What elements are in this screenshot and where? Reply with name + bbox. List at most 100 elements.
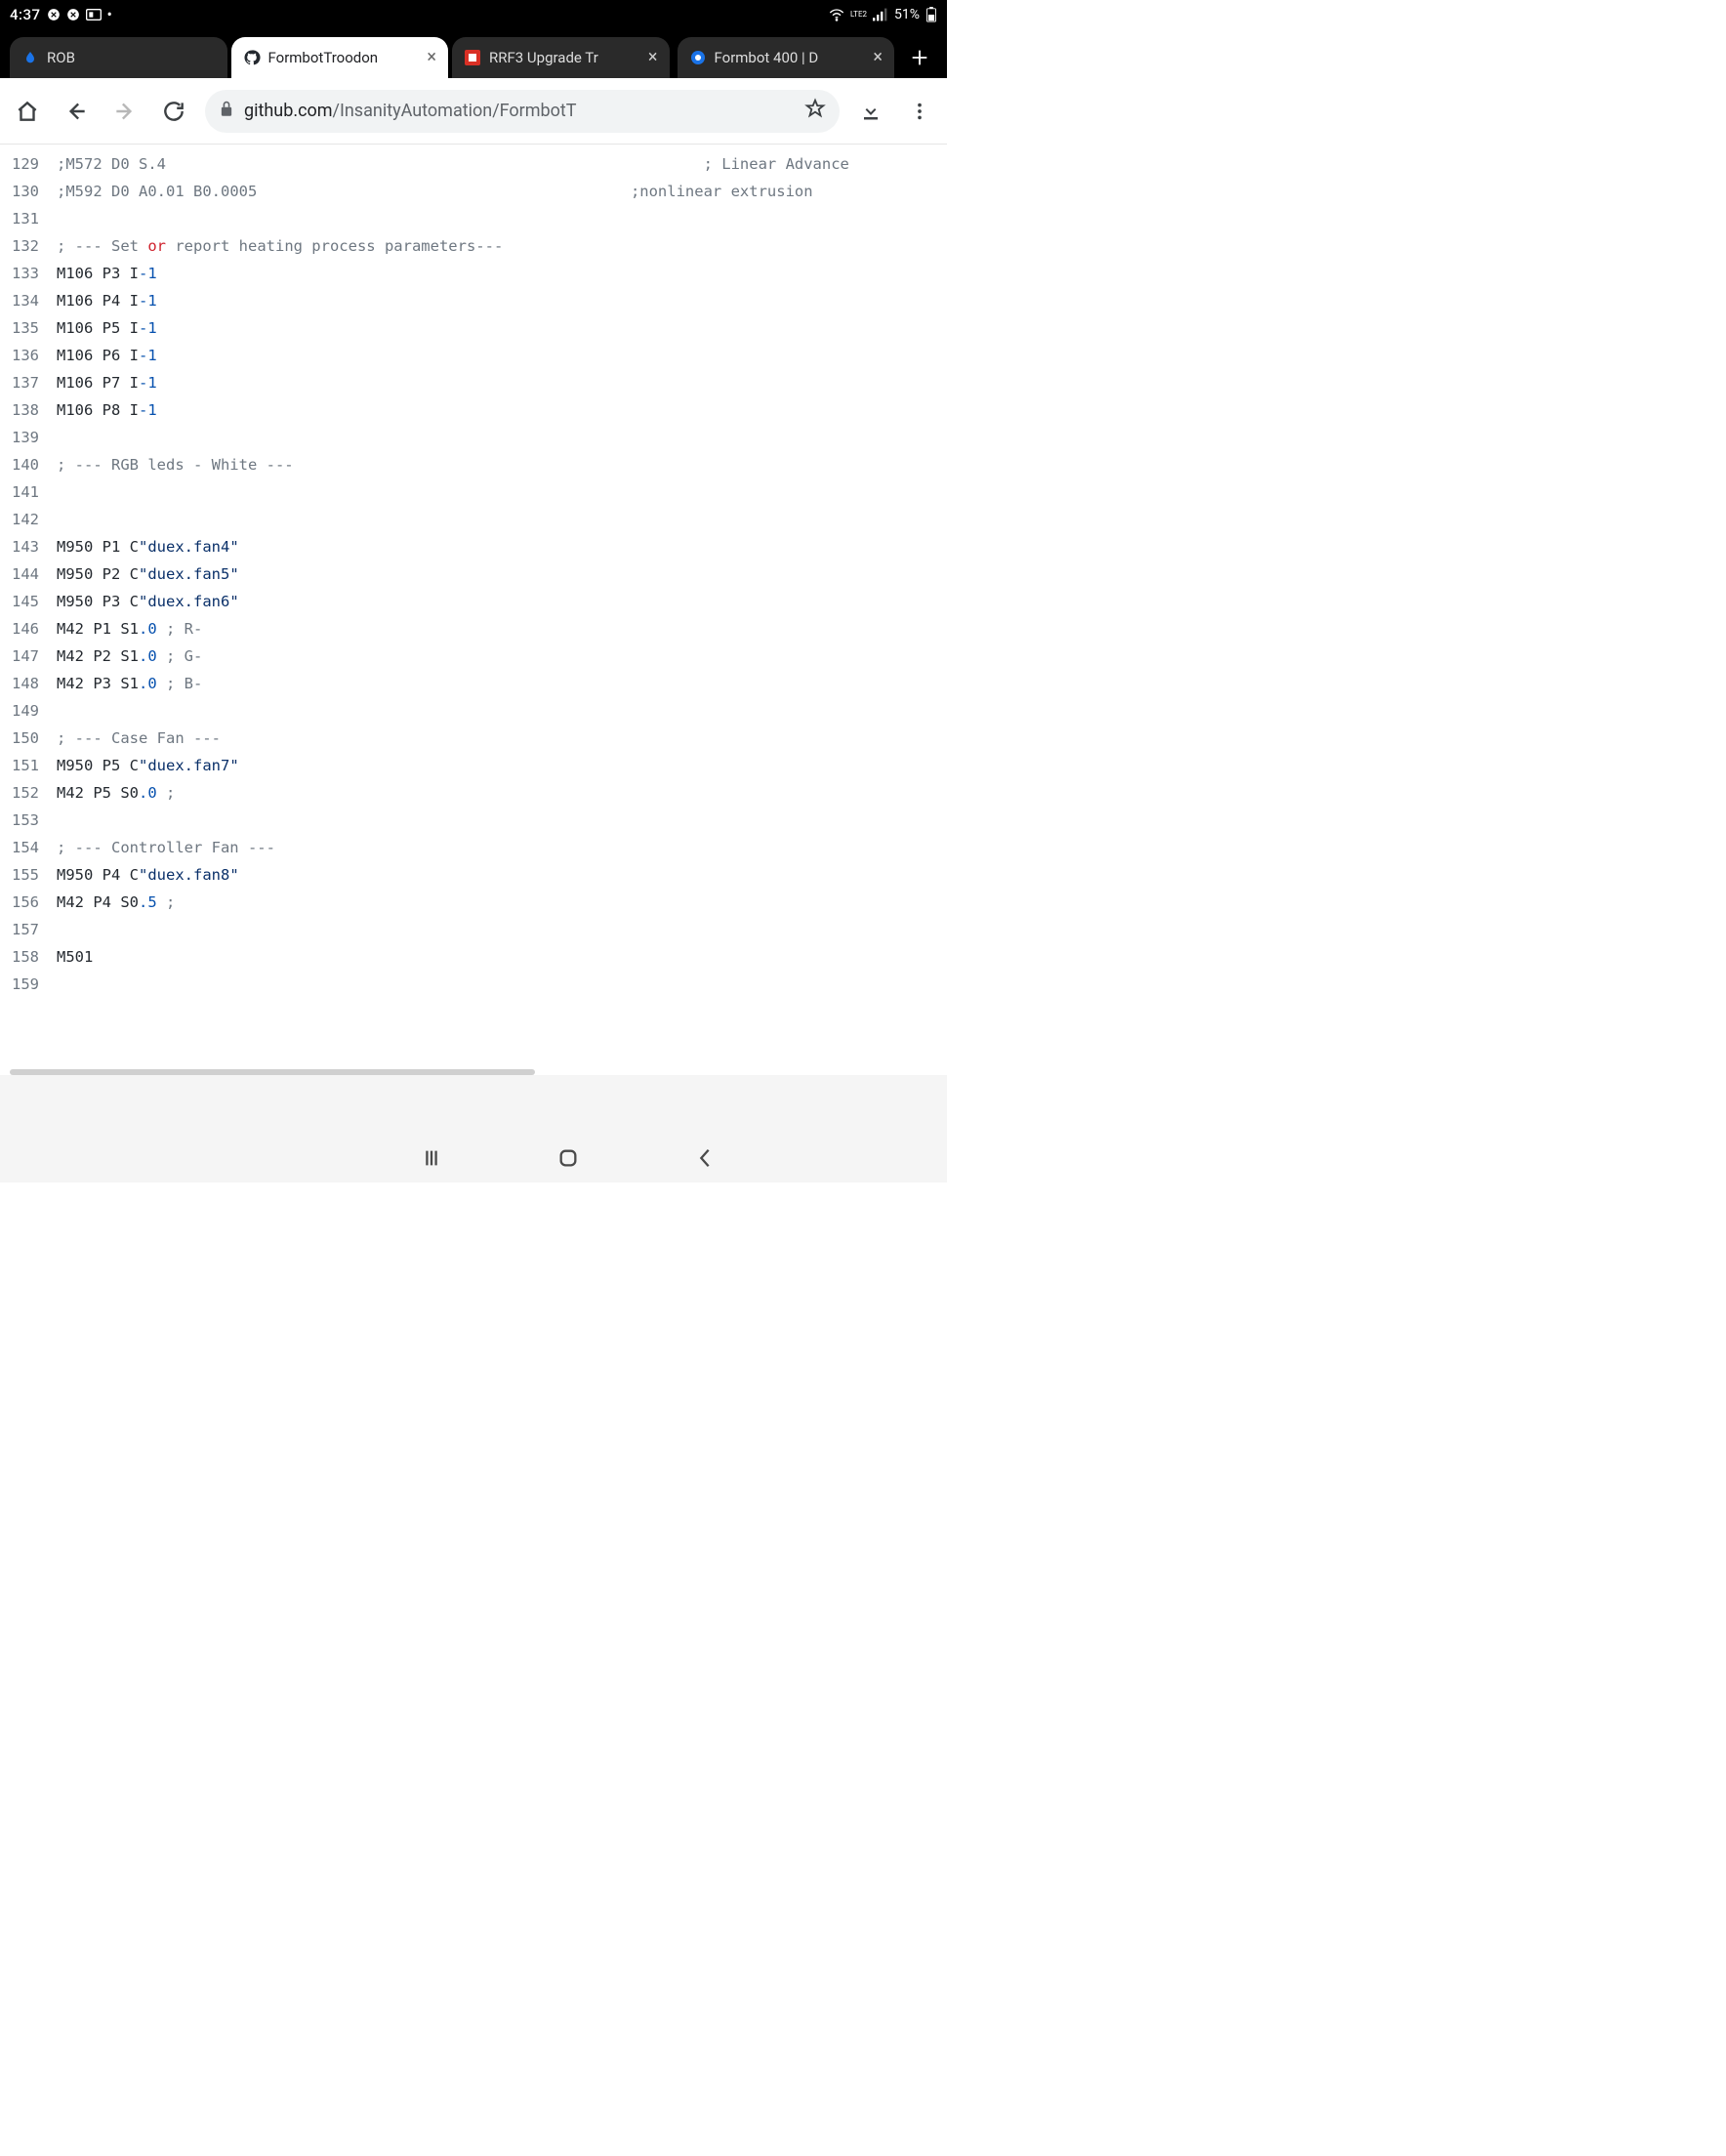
line-number: 155 [0, 861, 57, 889]
download-button[interactable] [853, 94, 888, 129]
code-text[interactable] [57, 506, 947, 533]
line-number: 136 [0, 342, 57, 369]
code-text[interactable]: ; --- Case Fan --- [57, 725, 947, 752]
code-text[interactable] [57, 971, 947, 998]
code-text[interactable] [57, 205, 947, 232]
code-line: 157 [0, 916, 947, 943]
line-number: 137 [0, 369, 57, 396]
code-text[interactable] [57, 916, 947, 943]
code-line: 146M42 P1 S1.0 ; R- [0, 615, 947, 643]
line-number: 143 [0, 533, 57, 560]
overflow-menu-button[interactable] [902, 94, 937, 129]
code-line: 158M501 [0, 943, 947, 971]
line-number: 130 [0, 178, 57, 205]
code-text[interactable] [57, 697, 947, 725]
code-text[interactable]: M42 P4 S0.5 ; [57, 889, 947, 916]
line-number: 141 [0, 478, 57, 506]
code-text[interactable]: ; --- RGB leds - White --- [57, 451, 947, 478]
star-bookmark-icon[interactable] [804, 98, 826, 124]
recents-button[interactable] [402, 1139, 461, 1178]
home-system-button[interactable] [539, 1139, 597, 1178]
browser-tab-1[interactable]: FormbotTroodon × [231, 37, 449, 78]
code-text[interactable]: ; --- Set or report heating process para… [57, 232, 947, 260]
browser-tab-0[interactable]: ROB [10, 37, 227, 78]
new-tab-button[interactable] [898, 37, 941, 78]
line-number: 129 [0, 150, 57, 178]
code-line: 135M106 P5 I-1 [0, 314, 947, 342]
code-text[interactable]: M501 [57, 943, 947, 971]
reload-button[interactable] [156, 94, 191, 129]
status-notification-icon-3 [86, 9, 102, 21]
line-number: 150 [0, 725, 57, 752]
line-number: 133 [0, 260, 57, 287]
status-notification-icon-1 [47, 8, 61, 21]
code-text[interactable]: M950 P5 C"duex.fan7" [57, 752, 947, 779]
tab-close-icon[interactable]: × [427, 49, 436, 66]
code-text[interactable]: ;M572 D0 S.4 ; Linear Advance [57, 150, 947, 178]
line-number: 151 [0, 752, 57, 779]
code-text[interactable]: M106 P3 I-1 [57, 260, 947, 287]
code-text[interactable]: M950 P1 C"duex.fan4" [57, 533, 947, 560]
line-number: 142 [0, 506, 57, 533]
code-text[interactable]: M42 P1 S1.0 ; R- [57, 615, 947, 643]
browser-tab-2[interactable]: RRF3 Upgrade Tr× [452, 37, 670, 78]
line-number: 154 [0, 834, 57, 861]
code-line: 147M42 P2 S1.0 ; G- [0, 643, 947, 670]
back-button[interactable] [59, 94, 94, 129]
code-text[interactable]: M106 P4 I-1 [57, 287, 947, 314]
code-text[interactable]: M106 P7 I-1 [57, 369, 947, 396]
line-number: 131 [0, 205, 57, 232]
code-line: 139 [0, 424, 947, 451]
line-number: 146 [0, 615, 57, 643]
code-line: 137M106 P7 I-1 [0, 369, 947, 396]
line-number: 132 [0, 232, 57, 260]
code-text[interactable] [57, 424, 947, 451]
bottom-spacer [0, 1075, 947, 1134]
code-line: 155M950 P4 C"duex.fan8" [0, 861, 947, 889]
tab-close-icon[interactable]: × [648, 49, 658, 66]
code-line: 150; --- Case Fan --- [0, 725, 947, 752]
code-viewer[interactable]: 129;M572 D0 S.4 ; Linear Advance130;M592… [0, 145, 947, 1075]
code-text[interactable]: ; --- Controller Fan --- [57, 834, 947, 861]
line-number: 144 [0, 560, 57, 588]
code-text[interactable]: M950 P2 C"duex.fan5" [57, 560, 947, 588]
system-navigation-bar [0, 1134, 947, 1182]
code-line: 136M106 P6 I-1 [0, 342, 947, 369]
browser-tab-strip: ROBFormbotTroodon×RRF3 Upgrade Tr×Formbo… [0, 29, 947, 78]
code-text[interactable]: M106 P5 I-1 [57, 314, 947, 342]
browser-tab-3[interactable]: Formbot 400 | D× [678, 37, 895, 78]
code-line: 148M42 P3 S1.0 ; B- [0, 670, 947, 697]
code-text[interactable]: M42 P3 S1.0 ; B- [57, 670, 947, 697]
code-line: 134M106 P4 I-1 [0, 287, 947, 314]
address-bar[interactable]: github.com/InsanityAutomation/FormbotT [205, 90, 840, 133]
line-number: 135 [0, 314, 57, 342]
code-text[interactable] [57, 478, 947, 506]
code-line: 130;M592 D0 A0.01 B0.0005 ;nonlinear ext… [0, 178, 947, 205]
code-text[interactable]: M106 P6 I-1 [57, 342, 947, 369]
signal-icon [873, 8, 888, 21]
forward-button[interactable] [107, 94, 143, 129]
status-more-icon: • [107, 7, 112, 22]
tab-title: FormbotTroodon [268, 49, 420, 66]
home-button[interactable] [10, 94, 45, 129]
code-line: 151M950 P5 C"duex.fan7" [0, 752, 947, 779]
code-line: 133M106 P3 I-1 [0, 260, 947, 287]
code-text[interactable]: M950 P3 C"duex.fan6" [57, 588, 947, 615]
code-line: 144M950 P2 C"duex.fan5" [0, 560, 947, 588]
code-text[interactable]: M106 P8 I-1 [57, 396, 947, 424]
horizontal-scrollbar[interactable] [10, 1069, 535, 1075]
back-system-button[interactable] [676, 1139, 734, 1178]
code-text[interactable]: M950 P4 C"duex.fan8" [57, 861, 947, 889]
code-text[interactable]: ;M592 D0 A0.01 B0.0005 ;nonlinear extrus… [57, 178, 947, 205]
lock-icon [219, 100, 234, 122]
line-number: 157 [0, 916, 57, 943]
code-text[interactable]: M42 P2 S1.0 ; G- [57, 643, 947, 670]
code-text[interactable]: M42 P5 S0.0 ; [57, 779, 947, 807]
line-number: 140 [0, 451, 57, 478]
github-favicon-icon [243, 49, 261, 66]
code-text[interactable] [57, 807, 947, 834]
line-number: 153 [0, 807, 57, 834]
drop-favicon-icon [21, 49, 39, 66]
code-line: 132; --- Set or report heating process p… [0, 232, 947, 260]
tab-close-icon[interactable]: × [873, 49, 883, 66]
